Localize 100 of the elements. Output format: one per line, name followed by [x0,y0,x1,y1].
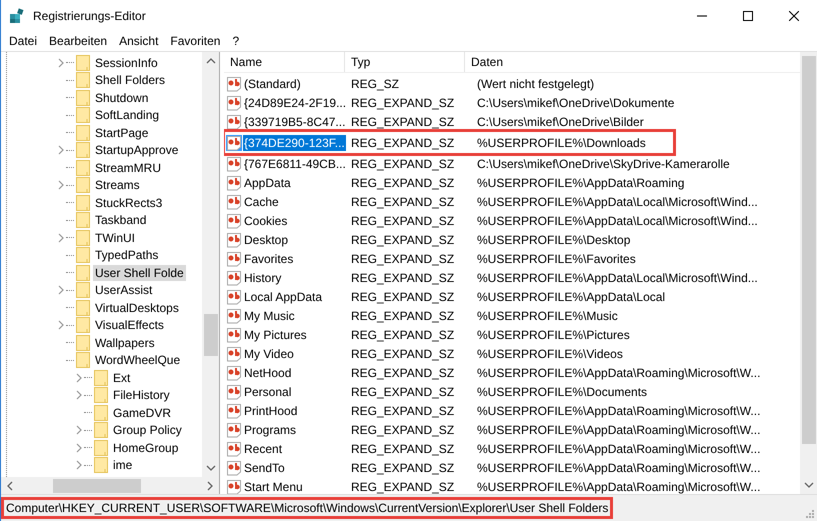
value-name[interactable]: Start Menu [243,478,304,494]
tree-item[interactable]: TWinUI [93,230,137,246]
table-cell-text: %USERPROFILE%\AppData\Local\Microsoft\Wind... [476,194,759,208]
menu-item[interactable]: Ansicht [113,34,164,48]
value-name[interactable]: Cache [243,194,280,210]
tree-item[interactable]: StartPage [93,124,150,141]
value-name[interactable]: History [243,270,282,286]
tree-item[interactable]: Group Policy [111,422,184,438]
value-name[interactable]: PrintHood [243,402,298,418]
value-name[interactable]: (Standard) [243,76,302,92]
value-name[interactable]: My Music [243,308,296,324]
resize-grip-icon[interactable] [804,508,814,518]
tree-item[interactable]: User Shell Folde [93,264,186,281]
value-name[interactable]: NetHood [243,364,292,380]
scroll-thumb[interactable] [802,56,816,444]
value-name[interactable]: My Pictures [243,326,308,342]
scroll-right-icon[interactable] [207,480,213,490]
string-value-icon [226,422,242,438]
chevron-icon[interactable] [58,320,64,330]
chevron-icon[interactable] [76,425,82,436]
table-cell-text: REG_EXPAND_SZ [350,136,456,150]
chevron-icon[interactable] [58,145,64,156]
tree-item[interactable]: Shell Folders [93,72,168,88]
folder-icon [94,440,108,456]
table-cell-text: REG_EXPAND_SZ [350,384,456,398]
chevron-icon[interactable] [58,180,64,190]
value-name[interactable]: {374DE290-123F... [243,134,346,150]
folder-icon [76,72,90,88]
table-cell-text: %USERPROFILE%\AppData\Local\Microsoft\Wind... [476,214,759,228]
chevron-icon[interactable] [58,58,64,68]
value-name[interactable]: AppData [243,174,292,190]
scroll-left-icon[interactable] [7,480,13,490]
column-header[interactable]: Typ [345,52,465,72]
tree-item[interactable]: SoftLanding [93,107,162,124]
scrollbar[interactable] [800,52,817,494]
folder-icon [76,247,90,264]
table-cell-text: %USERPROFILE%\AppData\Roaming\Microsoft\W... [476,480,762,494]
folder-icon [76,177,90,194]
value-name[interactable]: Cookies [243,212,288,228]
string-value-icon [226,94,242,110]
menu-item[interactable]: ? [226,34,246,48]
value-name[interactable]: {767E6811-49CB... [243,156,347,172]
chevron-icon[interactable] [76,372,82,383]
value-name[interactable]: Desktop [243,232,290,248]
chevron-icon[interactable] [58,232,64,243]
menu-item[interactable]: Datei [3,34,44,48]
folder-icon [94,422,108,438]
chevron-icon[interactable] [76,460,82,470]
string-value-icon [226,308,242,324]
scroll-thumb[interactable] [204,314,218,356]
scrollbar[interactable] [202,52,219,477]
value-name[interactable]: Programs [243,422,298,438]
scroll-down-icon[interactable] [206,465,216,471]
table-cell-text: REG_EXPAND_SZ [350,194,456,208]
table-cell-text: REG_EXPAND_SZ [350,480,456,494]
folder-icon [76,230,90,246]
folder-icon [76,124,90,141]
tree-item[interactable]: StuckRects3 [93,194,164,211]
table-cell-text: REG_EXPAND_SZ [350,156,456,170]
folder-icon [94,370,108,386]
tree-item[interactable]: StartupApprove [93,142,180,158]
value-name[interactable]: SendTo [243,460,286,476]
tree-item[interactable]: ime [111,457,134,474]
scroll-thumb[interactable] [53,478,141,492]
maximize-icon [743,10,753,20]
scrollbar[interactable] [1,477,219,494]
chevron-icon[interactable] [58,285,64,296]
value-name[interactable]: Local AppData [243,288,324,304]
value-name[interactable]: {339719B5-8C47... [243,114,346,130]
chevron-icon[interactable] [76,390,82,400]
table-cell-text: %USERPROFILE%\Pictures [476,328,631,342]
value-name[interactable]: Recent [243,440,284,456]
tree-item[interactable]: Wallpapers [93,334,157,351]
value-name[interactable]: Favorites [243,250,294,266]
value-name[interactable]: My Video [243,346,295,362]
tree-item[interactable]: TypedPaths [93,247,160,264]
tree-item[interactable]: FileHistory [111,387,172,404]
tree-item[interactable]: Taskband [93,212,148,228]
tree-item[interactable]: VisualEffects [93,317,166,334]
tree-item[interactable]: Ext [111,370,132,386]
menu-item[interactable]: Favoriten [164,34,226,48]
scroll-down-icon[interactable] [804,482,814,488]
folder-icon [76,352,90,368]
column-header[interactable]: Name [224,52,345,72]
tree-item[interactable]: SessionInfo [93,54,160,71]
tree-item[interactable]: VirtualDesktops [93,300,181,316]
column-header[interactable]: Daten [465,52,800,72]
menu-item[interactable]: Bearbeiten [43,34,114,48]
tree-item[interactable]: UserAssist [93,282,154,298]
scroll-up-icon[interactable] [206,58,216,64]
tree-item[interactable]: StreamMRU [93,160,164,176]
tree-item[interactable]: Shutdown [93,90,150,106]
tree-item[interactable]: GameDVR [111,404,174,421]
value-name[interactable]: Personal [243,384,292,400]
tree-item[interactable]: Streams [93,177,142,194]
table-cell-text: REG_EXPAND_SZ [350,270,456,284]
chevron-icon[interactable] [76,442,82,453]
tree-item[interactable]: WordWheelQue [93,352,182,368]
value-name[interactable]: {24D89E24-2F19... [243,94,348,110]
tree-item[interactable]: HomeGroup [111,440,180,456]
